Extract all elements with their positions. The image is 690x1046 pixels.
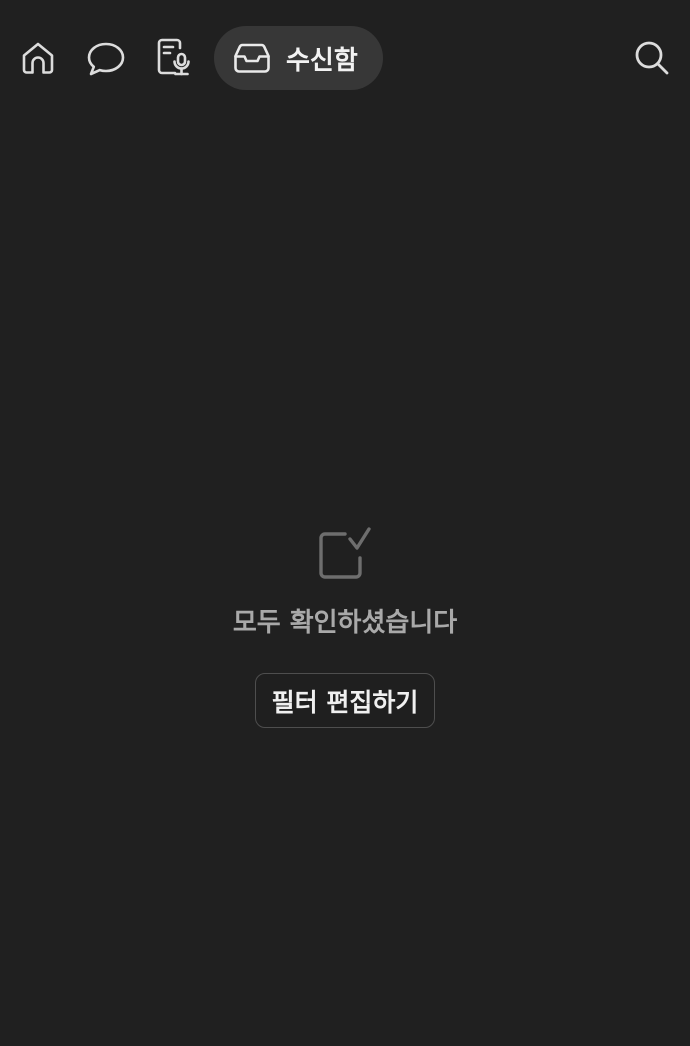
chat-bubble-icon[interactable]	[84, 36, 128, 80]
home-icon[interactable]	[16, 36, 60, 80]
meeting-notes-mic-icon[interactable]	[152, 36, 196, 80]
inbox-tray-icon	[233, 39, 271, 77]
edit-filter-button[interactable]: 필터 편집하기	[254, 673, 436, 728]
tab-inbox[interactable]: 수신함	[214, 26, 383, 90]
search-icon[interactable]	[630, 36, 674, 80]
checkbox-checked-icon	[315, 520, 375, 580]
empty-state: 모두 확인하셨습니다 필터 편집하기	[0, 520, 690, 728]
tab-inbox-label: 수신함	[286, 45, 358, 76]
empty-state-message: 모두 확인하셨습니다	[232, 608, 458, 638]
top-navigation-bar: 수신함	[0, 0, 690, 115]
